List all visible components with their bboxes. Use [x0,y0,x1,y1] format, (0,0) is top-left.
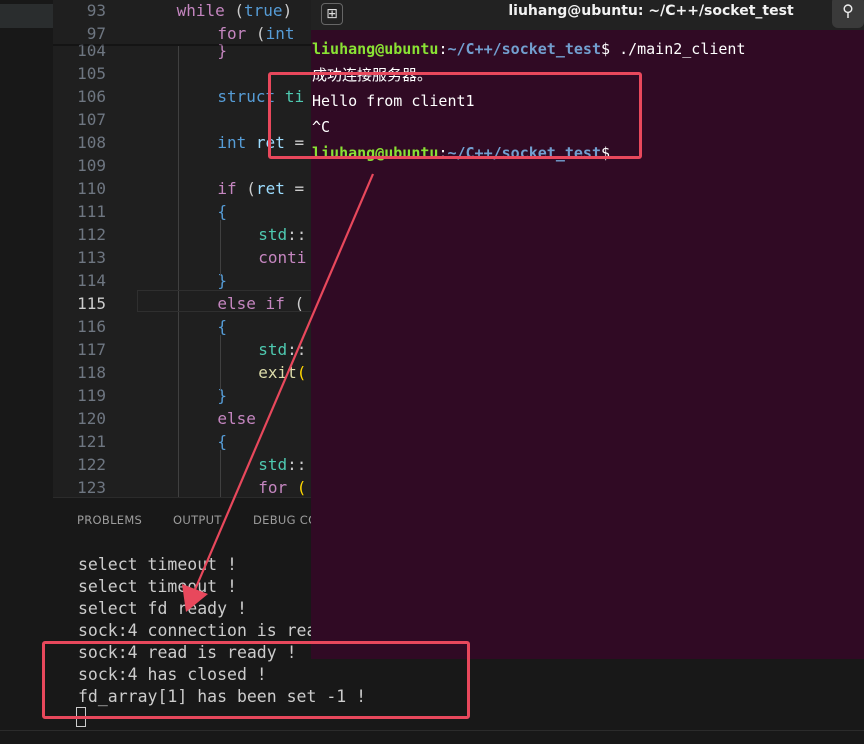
indent-guide [220,220,221,275]
code-text: } [217,386,228,405]
code-text: if (ret = [217,179,305,198]
terminal-command-line: liuhang@ubuntu:~/C++/socket_test$ ./main… [312,40,746,58]
line-number: 116 [77,317,106,336]
sticky-scroll-shadow [53,44,313,46]
code-text: std:: [258,340,307,359]
code-text: std:: [258,455,307,474]
output-line: select timeout ! [78,577,237,596]
line-number: 111 [77,202,106,221]
code-text: while (true) [176,1,293,20]
line-number: 115 [77,294,106,313]
activity-bar [0,0,53,743]
command-text: ./main2_client [619,40,746,58]
code-text: { [217,202,228,221]
new-tab-icon[interactable]: ⊞ [321,3,343,25]
panel-bottom-bar [0,730,864,744]
line-number: 108 [77,133,106,152]
terminal-highlight-box [268,72,642,159]
terminal-titlebar: ⊞ liuhang@ubuntu: ~/C++/socket_test ⚲ [311,0,864,30]
line-number: 93 [86,1,106,20]
code-text: { [217,317,228,336]
line-number: 114 [77,271,106,290]
output-line: select fd ready ! [78,599,247,618]
prompt-user: liuhang@ubuntu [312,40,439,58]
indent-guide [220,335,221,390]
line-number: 118 [77,363,106,382]
output-line: sock:4 connection is rea [78,621,317,640]
code-text: conti [258,248,307,267]
line-number: 112 [77,225,106,244]
line-number: 119 [77,386,106,405]
tab-problems[interactable]: PROBLEMS [77,513,142,527]
terminal-title: liuhang@ubuntu: ~/C++/socket_test [508,3,794,19]
line-number: 105 [77,64,106,83]
tab-debug-console[interactable]: DEBUG CO [253,513,317,527]
code-text: for ( [258,478,307,497]
code-text: { [217,432,228,451]
line-number: 122 [77,455,106,474]
line-number: 110 [77,179,106,198]
output-line: select timeout ! [78,555,237,574]
line-number: 109 [77,156,106,175]
indent-guide [220,450,221,497]
prompt-path: ~/C++/socket_test [447,40,601,58]
code-text: else [217,409,256,428]
search-icon[interactable]: ⚲ [832,0,864,28]
current-line-highlight [137,290,312,312]
line-number: 120 [77,409,106,428]
code-text: exit( [258,363,307,382]
line-number: 113 [77,248,106,267]
line-number: 121 [77,432,106,451]
indent-guide [178,46,179,497]
output-highlight-box [42,641,470,719]
line-number: 123 [77,478,106,497]
tab-output[interactable]: OUTPUT [173,513,222,527]
line-number: 117 [77,340,106,359]
activity-bar-selected-item[interactable] [0,4,53,28]
line-number: 106 [77,87,106,106]
line-number: 107 [77,110,106,129]
code-text: std:: [258,225,307,244]
